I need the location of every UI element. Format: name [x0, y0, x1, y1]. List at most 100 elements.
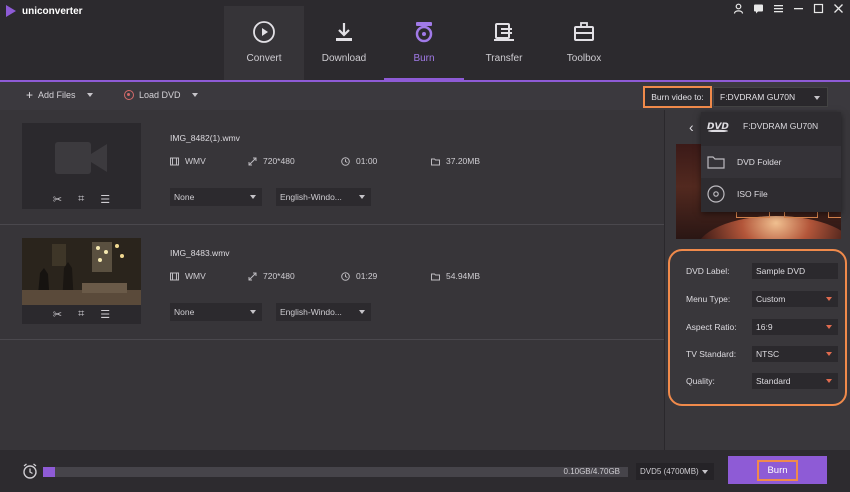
convert-icon	[252, 20, 276, 44]
size-meta: 37.20MB	[431, 156, 480, 166]
chevron-down-icon[interactable]	[191, 93, 198, 97]
app-logo-icon	[6, 5, 16, 17]
maximize-icon[interactable]	[812, 3, 824, 16]
quality-select[interactable]: Standard	[752, 373, 838, 389]
quality-value: Standard	[756, 376, 791, 386]
resize-icon	[248, 272, 257, 280]
scissors-icon[interactable]: ✂	[53, 193, 62, 206]
tab-download[interactable]: Download	[304, 6, 384, 80]
chevron-down-icon[interactable]	[86, 93, 93, 97]
main-nav: Convert Download Burn Transfer Toolbox	[224, 6, 624, 80]
chevron-down-icon	[826, 352, 832, 356]
disc-icon	[124, 90, 134, 100]
minimize-icon[interactable]	[792, 3, 804, 16]
quality-label: Quality:	[686, 376, 715, 386]
audio-track-select[interactable]: English-Windo...	[276, 303, 371, 321]
disc-type-select[interactable]: DVD5 (4700MB)	[636, 463, 714, 480]
tab-burn[interactable]: Burn	[384, 6, 464, 80]
resolution-value: 720*480	[263, 271, 295, 281]
add-files-button[interactable]: + Add Files	[26, 88, 93, 102]
subtitle-select[interactable]: None	[170, 188, 262, 206]
burn-video-to-label: Burn video to:	[643, 86, 712, 108]
bell-icon[interactable]	[752, 3, 764, 16]
toolbox-icon	[572, 20, 596, 44]
duration-meta: 01:29	[341, 271, 377, 281]
dvd-label-label: DVD Label:	[686, 266, 730, 276]
file-name: IMG_8482(1).wmv	[170, 133, 240, 143]
format-value: WMV	[185, 271, 206, 281]
menu-icon[interactable]	[772, 3, 784, 16]
settings-sliders-icon[interactable]: ☰	[100, 308, 110, 321]
burn-target-select[interactable]: F:DVDRAM GU70N	[713, 87, 828, 107]
load-dvd-button[interactable]: Load DVD	[124, 90, 198, 100]
load-dvd-label: Load DVD	[139, 90, 181, 100]
crop-icon[interactable]: ⌗	[78, 308, 84, 321]
aspect-ratio-select[interactable]: 16:9	[752, 319, 838, 335]
chevron-down-icon	[814, 96, 820, 100]
transfer-icon	[492, 20, 516, 44]
add-files-label: Add Files	[38, 90, 76, 100]
tab-label: Download	[321, 53, 367, 64]
list-item: ✂ ⌗ ☰ IMG_8483.wmv WMV 720*480 01:29 54.…	[0, 225, 664, 340]
burn-button[interactable]: Burn	[728, 456, 827, 484]
chevron-down-icon	[250, 195, 256, 199]
subtitle-value: None	[174, 307, 195, 317]
settings-sliders-icon[interactable]: ☰	[100, 193, 110, 206]
duration-value: 01:00	[356, 156, 378, 166]
thumbnail-tools: ✂ ⌗ ☰	[22, 190, 141, 209]
size-value: 54.94MB	[446, 271, 481, 281]
video-thumbnail[interactable]: ✂ ⌗ ☰	[22, 238, 141, 324]
resolution-value: 720*480	[263, 156, 295, 166]
menu-item-iso-file[interactable]: ISO File	[701, 182, 841, 206]
duration-value: 01:29	[356, 271, 378, 281]
burn-target-value: F:DVDRAM GU70N	[720, 92, 796, 102]
alarm-clock-icon[interactable]	[22, 463, 38, 479]
tab-transfer[interactable]: Transfer	[464, 6, 544, 80]
tab-label: Convert	[246, 53, 282, 64]
format-value: WMV	[185, 156, 206, 166]
size-meta: 54.94MB	[431, 271, 480, 281]
video-thumbnail[interactable]: ✂ ⌗ ☰	[22, 123, 141, 209]
tv-standard-label: TV Standard:	[686, 349, 737, 359]
menu-type-select[interactable]: Custom	[752, 291, 838, 307]
dvd-label-input[interactable]: Sample DVD	[752, 263, 838, 279]
burn-button-label: Burn	[757, 459, 798, 481]
tv-standard-value: NTSC	[756, 349, 780, 359]
aspect-ratio-label: Aspect Ratio:	[686, 322, 737, 332]
audio-track-select[interactable]: English-Windo...	[276, 188, 371, 206]
bottom-bar: 0.10GB/4.70GB DVD5 (4700MB) Burn	[0, 450, 850, 492]
subtitle-select[interactable]: None	[170, 303, 262, 321]
clock-icon	[341, 271, 350, 281]
menu-item-label: F:DVDRAM GU70N	[743, 121, 819, 131]
disc-type-value: DVD5 (4700MB)	[640, 467, 699, 476]
chevron-left-icon[interactable]: ‹	[689, 119, 694, 135]
resolution-meta: 720*480	[248, 156, 295, 166]
resolution-meta: 720*480	[248, 271, 295, 281]
person-icon[interactable]	[732, 3, 744, 16]
video-camera-icon	[55, 142, 107, 174]
tab-toolbox[interactable]: Toolbox	[544, 6, 624, 80]
disc-capacity-bar: 0.10GB/4.70GB	[43, 467, 628, 477]
disc-capacity-fill	[43, 467, 56, 477]
dvd-logo-icon: DVD	[707, 122, 729, 132]
tv-standard-row: TV Standard: NTSC	[686, 346, 838, 362]
video-preview-image	[22, 238, 141, 305]
menu-type-row: Menu Type: Custom	[686, 291, 838, 307]
window-controls	[732, 3, 844, 16]
close-icon[interactable]	[832, 3, 844, 16]
menu-item-label: DVD Folder	[737, 157, 782, 167]
file-list: ✂ ⌗ ☰ IMG_8482(1).wmv WMV 720*480 01:00 …	[0, 110, 664, 450]
burn-disc-icon	[412, 20, 436, 44]
chevron-down-icon	[250, 310, 256, 314]
menu-type-label: Menu Type:	[686, 294, 731, 304]
menu-item-dvd-folder[interactable]: DVD Folder	[701, 146, 841, 178]
tv-standard-select[interactable]: NTSC	[752, 346, 838, 362]
menu-item-dvd-drive[interactable]: DVD F:DVDRAM GU70N	[701, 120, 841, 132]
scissors-icon[interactable]: ✂	[53, 308, 62, 321]
tab-convert[interactable]: Convert	[224, 6, 304, 80]
resize-icon	[248, 157, 257, 165]
folder-icon	[707, 156, 725, 169]
crop-icon[interactable]: ⌗	[78, 193, 84, 206]
folder-icon	[431, 158, 440, 165]
plus-icon: +	[26, 88, 34, 102]
